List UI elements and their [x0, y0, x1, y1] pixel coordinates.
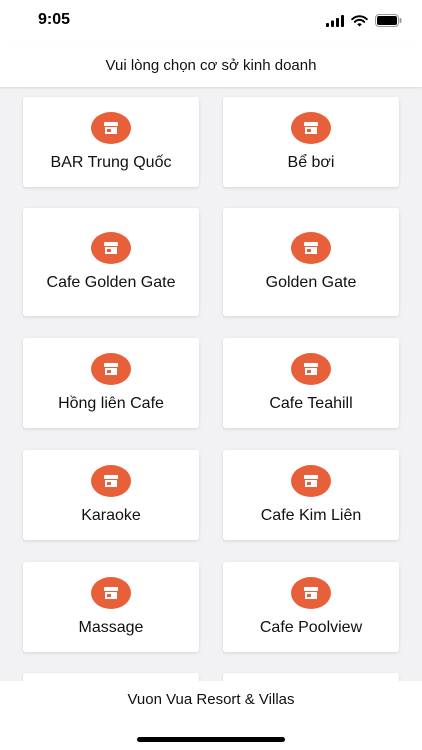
business-name: Karaoke [81, 507, 141, 524]
business-card[interactable]: Massage [23, 562, 199, 652]
business-card[interactable]: BAR Trung Quốc [23, 97, 199, 187]
store-icon [91, 465, 131, 497]
header: Vui lòng chọn cơ sở kinh doanh [0, 44, 422, 87]
store-icon [291, 353, 331, 385]
status-bar: 9:05 [0, 0, 422, 44]
footer: Vuon Vua Resort & Villas [0, 681, 422, 750]
business-name: Bể bơi [287, 154, 335, 171]
wifi-icon [351, 14, 368, 32]
store-icon [291, 577, 331, 609]
store-icon [291, 112, 331, 144]
resort-name: Vuon Vua Resort & Villas [127, 691, 295, 708]
store-icon [91, 112, 131, 144]
business-grid: BAR Trung Quốc Bể bơi Cafe Golden Gate G… [0, 87, 422, 681]
business-card[interactable]: Cafe Kim Liên [223, 450, 399, 540]
business-card[interactable]: Cafe Golden Gate [23, 208, 199, 316]
business-name: Golden Gate [265, 274, 357, 291]
page-title: Vui lòng chọn cơ sở kinh doanh [105, 57, 317, 74]
business-card[interactable] [223, 673, 399, 681]
business-card[interactable]: Bể bơi [223, 97, 399, 187]
business-name: BAR Trung Quốc [50, 154, 172, 171]
status-icons [326, 14, 402, 32]
business-card[interactable]: Cafe Poolview [223, 562, 399, 652]
business-name: Cafe Poolview [259, 619, 363, 636]
business-card[interactable] [23, 673, 199, 681]
business-name: Cafe Teahill [269, 395, 353, 412]
store-icon [91, 353, 131, 385]
battery-icon [375, 14, 402, 32]
business-card[interactable]: Cafe Teahill [223, 338, 399, 428]
home-indicator[interactable] [137, 737, 285, 742]
business-name: Cafe Kim Liên [260, 507, 362, 524]
store-icon [91, 232, 131, 264]
business-card[interactable]: Golden Gate [223, 208, 399, 316]
signal-icon [326, 14, 344, 32]
store-icon [291, 465, 331, 497]
status-time: 9:05 [38, 11, 71, 28]
business-name: Cafe Golden Gate [46, 274, 176, 291]
business-card[interactable]: Karaoke [23, 450, 199, 540]
store-icon [291, 232, 331, 264]
store-icon [91, 577, 131, 609]
business-name: Hồng liên Cafe [58, 395, 164, 412]
business-card[interactable]: Hồng liên Cafe [23, 338, 199, 428]
business-name: Massage [78, 619, 144, 636]
